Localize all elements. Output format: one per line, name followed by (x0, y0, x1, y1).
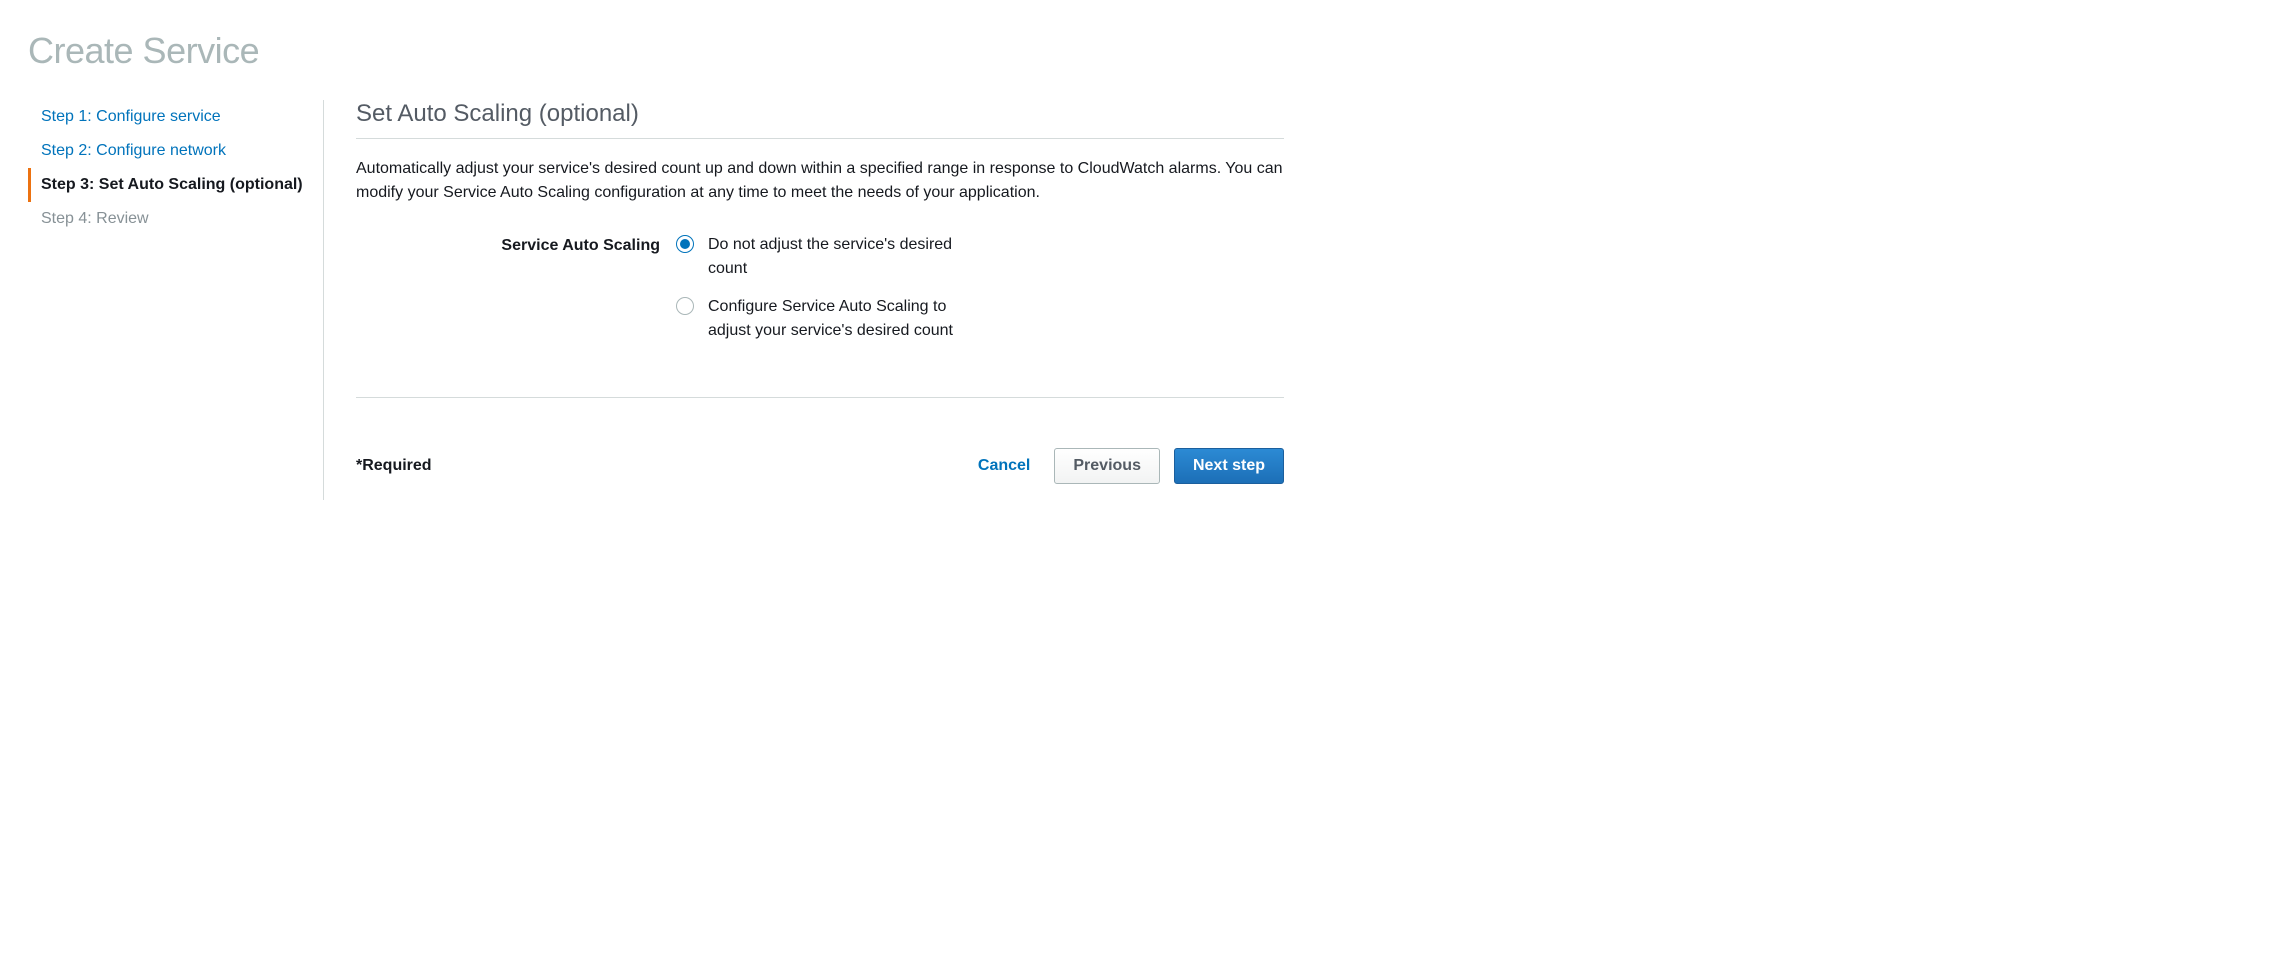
section-title: Set Auto Scaling (optional) (356, 100, 1284, 139)
auto-scaling-radio-group: Do not adjust the service's desired coun… (676, 233, 976, 357)
step-configure-network[interactable]: Step 2: Configure network (28, 134, 303, 168)
auto-scaling-form-row: Service Auto Scaling Do not adjust the s… (356, 233, 1284, 357)
next-step-button[interactable]: Next step (1174, 448, 1284, 484)
footer-actions: Cancel Previous Next step (968, 448, 1284, 484)
radio-label: Configure Service Auto Scaling to adjust… (708, 295, 976, 343)
radio-do-not-adjust[interactable]: Do not adjust the service's desired coun… (676, 233, 976, 281)
wizard-steps-sidebar: Step 1: Configure service Step 2: Config… (28, 100, 324, 500)
required-note: *Required (356, 457, 432, 475)
step-set-auto-scaling[interactable]: Step 3: Set Auto Scaling (optional) (28, 168, 303, 202)
step-configure-service[interactable]: Step 1: Configure service (28, 100, 303, 134)
wizard-layout: Step 1: Configure service Step 2: Config… (28, 100, 2248, 500)
cancel-button[interactable]: Cancel (968, 449, 1040, 483)
page-title: Create Service (28, 30, 2248, 72)
radio-dot-icon (676, 297, 694, 315)
auto-scaling-label: Service Auto Scaling (356, 233, 676, 255)
radio-configure-auto-scaling[interactable]: Configure Service Auto Scaling to adjust… (676, 295, 976, 343)
section-description: Automatically adjust your service's desi… (356, 157, 1284, 205)
step-review: Step 4: Review (28, 202, 303, 236)
radio-label: Do not adjust the service's desired coun… (708, 233, 976, 281)
footer-divider (356, 397, 1284, 398)
radio-dot-icon (676, 235, 694, 253)
wizard-footer: *Required Cancel Previous Next step (356, 418, 1284, 484)
previous-button[interactable]: Previous (1054, 448, 1160, 484)
wizard-main-panel: Set Auto Scaling (optional) Automaticall… (324, 100, 1284, 500)
